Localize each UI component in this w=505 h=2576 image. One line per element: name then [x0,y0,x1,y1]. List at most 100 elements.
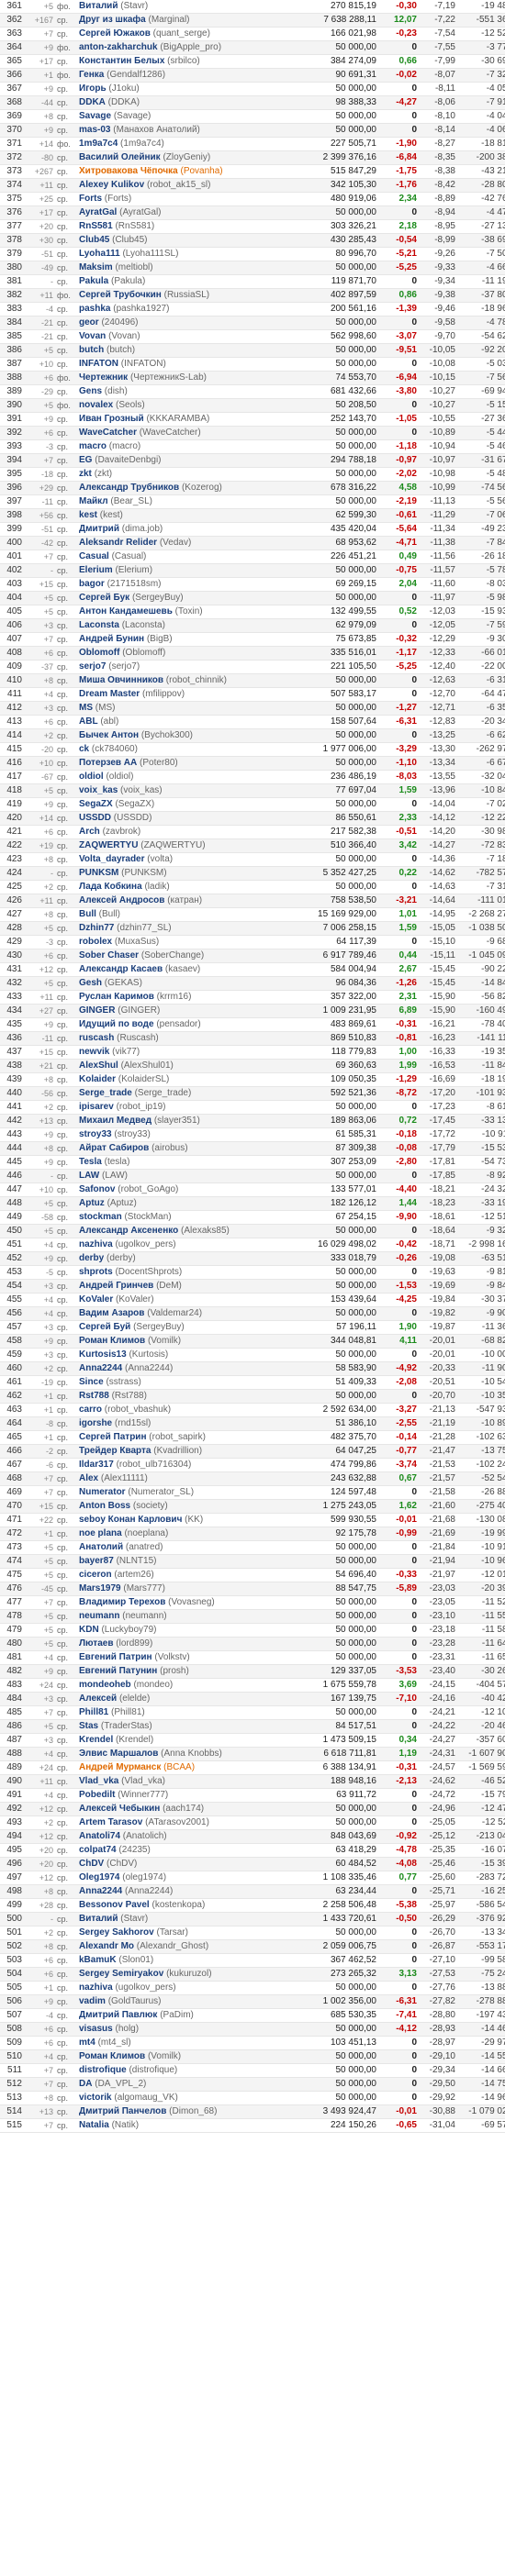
participant-name-link[interactable]: mondeoheb [79,1680,131,1690]
participant-name-link[interactable]: Владимир Терехов [79,1597,165,1607]
participant-name-link[interactable]: Alexandr Mo [79,1941,134,1951]
participant-name-link[interactable]: AyratGal [79,207,117,217]
participant-name-link[interactable]: INFATON [79,359,118,369]
participant-name-link[interactable]: Ildar317 [79,1460,114,1470]
participant-name-link[interactable]: USSDD [79,813,111,823]
participant-name-link[interactable]: Евгений Патрин [79,1652,152,1662]
participant-name-link[interactable]: Bull [79,909,96,919]
participant-name-link[interactable]: nazhiva [79,1982,113,1993]
participant-name-link[interactable]: shprots [79,1267,113,1277]
participant-name-link[interactable]: Бычек Антон [79,730,139,740]
participant-name-link[interactable]: Casual [79,551,109,561]
participant-name-link[interactable]: 1m9a7c4 [79,139,118,149]
participant-name-link[interactable]: Aleksandr Relider [79,538,157,548]
participant-name-link[interactable]: Anna2244 [79,1363,122,1373]
participant-name-link[interactable]: Club45 [79,235,109,245]
participant-name-link[interactable]: Лютаев [79,1638,113,1649]
participant-name-link[interactable]: ipisarev [79,1102,114,1112]
participant-name-link[interactable]: Dream Master [79,689,140,699]
participant-name-link[interactable]: Дмитрий Павлюк [79,2010,157,2020]
participant-name-link[interactable]: distrofique [79,2065,127,2075]
participant-name-link[interactable]: vadim [79,1996,106,2006]
participant-name-link[interactable]: Sergey Sakhorov [79,1927,154,1938]
participant-name-link[interactable]: noe plana [79,1528,122,1538]
participant-name-link[interactable]: kest [79,510,97,520]
participant-name-link[interactable]: Хитровакова Чёпочка [79,166,178,176]
participant-name-link[interactable]: Потерзев АА [79,758,137,768]
participant-name-link[interactable]: Bessonov Pavel [79,1900,150,1910]
participant-name-link[interactable]: stockman [79,1212,122,1222]
participant-name-link[interactable]: GINGER [79,1005,115,1016]
participant-name-link[interactable]: Sober Chaser [79,950,139,960]
participant-name-link[interactable]: oldiol [79,772,104,782]
participant-name-link[interactable]: MS [79,703,93,713]
participant-name-link[interactable]: novalex [79,400,113,410]
participant-name-link[interactable]: Krendel [79,1735,113,1745]
participant-name-link[interactable]: Андрей Гринчев [79,1281,153,1291]
participant-name-link[interactable]: igorshe [79,1418,112,1428]
participant-name-link[interactable]: Maksim [79,262,113,272]
participant-name-link[interactable]: Vovan [79,331,106,341]
participant-name-link[interactable]: Михаил Медвед [79,1116,152,1126]
participant-name-link[interactable]: DDKA [79,97,106,107]
participant-name-link[interactable]: ABL [79,716,98,727]
participant-name-link[interactable]: Чертежник [79,372,128,383]
participant-name-link[interactable]: Сергей Южаков [79,28,151,39]
participant-name-link[interactable]: Алексей Андросов [79,895,164,905]
participant-name-link[interactable]: Rst788 [79,1391,109,1401]
participant-name-link[interactable]: nazhiva [79,1239,113,1249]
participant-name-link[interactable]: ruscash [79,1033,114,1043]
participant-name-link[interactable]: Алексей [79,1693,117,1704]
participant-name-link[interactable]: victorik [79,2093,112,2103]
participant-name-link[interactable]: Arch [79,827,100,837]
participant-name-link[interactable]: Elerium [79,565,113,575]
participant-name-link[interactable]: Anatoli74 [79,1831,120,1841]
participant-name-link[interactable]: Gens [79,386,102,396]
participant-name-link[interactable]: Антон Кандамешевь [79,606,173,616]
participant-name-link[interactable]: kBamuK [79,1955,117,1965]
participant-name-link[interactable]: colpat74 [79,1845,117,1855]
participant-name-link[interactable]: Трейдер Кварта [79,1446,151,1456]
participant-name-link[interactable]: WaveCatcher [79,427,137,438]
participant-name-link[interactable]: robolex [79,937,112,947]
participant-name-link[interactable]: Pobedilt [79,1790,115,1800]
participant-name-link[interactable]: EG [79,455,92,465]
participant-name-link[interactable]: bagor [79,579,105,589]
participant-name-link[interactable]: Phill81 [79,1707,108,1717]
participant-name-link[interactable]: PUNKSM [79,868,118,878]
participant-name-link[interactable]: newvik [79,1047,109,1057]
participant-name-link[interactable]: Dzhin77 [79,923,114,933]
participant-name-link[interactable]: Artem Tarasov [79,1817,142,1827]
participant-name-link[interactable]: zkt [79,469,92,479]
participant-name-link[interactable]: Serge_trade [79,1088,132,1098]
participant-name-link[interactable]: Сергей Патрин [79,1432,147,1442]
participant-name-link[interactable]: ChDV [79,1859,104,1869]
participant-name-link[interactable]: Volta_dayrader [79,854,145,864]
participant-name-link[interactable]: SegaZX [79,799,113,809]
participant-name-link[interactable]: Элвис Маршалов [79,1749,158,1759]
participant-name-link[interactable]: Since [79,1377,104,1387]
participant-name-link[interactable]: KoValer [79,1294,113,1305]
participant-name-link[interactable]: Kolaider [79,1074,116,1084]
participant-name-link[interactable]: Александр Трубников [79,483,179,493]
participant-name-link[interactable]: Vlad_vka [79,1776,118,1786]
participant-name-link[interactable]: Stas [79,1721,98,1731]
participant-name-link[interactable]: butch [79,345,104,355]
participant-name-link[interactable]: Лада Кобкина [79,882,142,892]
participant-name-link[interactable]: Mars1979 [79,1583,121,1593]
participant-name-link[interactable]: visasus [79,2024,113,2034]
participant-name-link[interactable]: Savage [79,111,111,121]
participant-name-link[interactable]: pashka [79,304,110,314]
participant-name-link[interactable]: mas-03 [79,125,110,135]
participant-name-link[interactable]: derby [79,1253,104,1263]
participant-name-link[interactable]: Alexey Kulikov [79,180,144,190]
participant-name-link[interactable]: Роман Климов [79,1336,145,1346]
participant-name-link[interactable]: KDN [79,1625,99,1635]
participant-name-link[interactable]: Виталий [79,1,118,11]
participant-name-link[interactable]: Safonov [79,1184,115,1194]
participant-name-link[interactable]: anton-zakharchuk [79,42,158,52]
participant-name-link[interactable]: ZAQWERTYU [79,840,138,850]
participant-name-link[interactable]: AlexShul [79,1060,118,1071]
participant-name-link[interactable]: Майкл [79,496,108,506]
participant-name-link[interactable]: Gesh [79,978,102,988]
